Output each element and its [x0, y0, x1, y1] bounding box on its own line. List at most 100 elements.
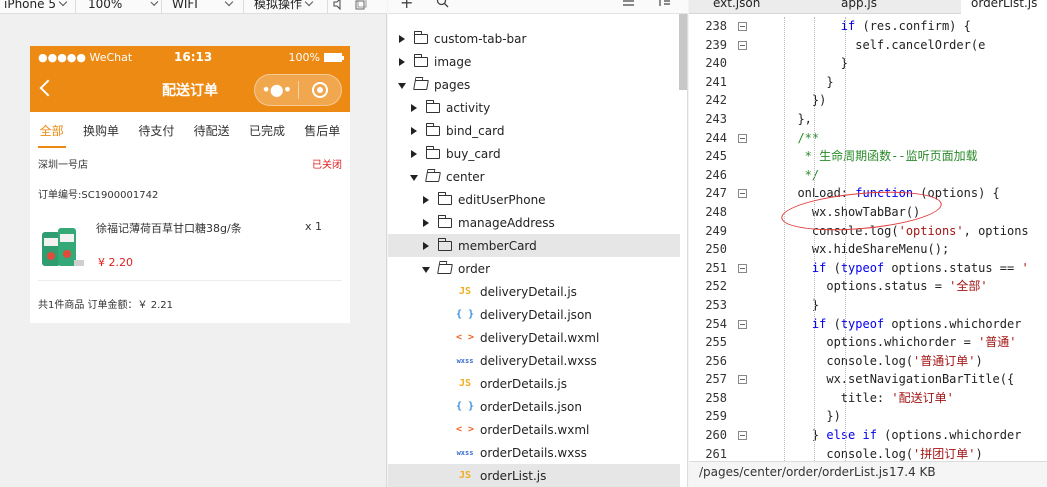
file-item[interactable]: JS deliveryDetail.js: [388, 280, 680, 303]
chevron-right-icon[interactable]: [408, 125, 420, 137]
folder-item[interactable]: buy_card: [388, 142, 680, 165]
code-line[interactable]: 257 wx.setNavigationBarTitle({: [689, 370, 1047, 389]
chevron-right-icon[interactable]: [396, 33, 408, 45]
product-row[interactable]: 徐福记薄荷百草甘口糖38g/条 x 1 ¥ 2.20: [38, 214, 342, 276]
tab-orderlist-js[interactable]: orderList.js: [961, 0, 1047, 14]
tab-exchange[interactable]: 换购单: [81, 122, 121, 139]
more-options-icon[interactable]: •●•: [255, 82, 298, 98]
split-view-icon[interactable]: [658, 0, 671, 11]
tree-item-label: orderList.js: [480, 468, 547, 483]
operation-select[interactable]: 模拟操作: [244, 0, 328, 14]
code-text: }: [783, 74, 834, 89]
code-text: onLoad: function (options) {: [783, 186, 1000, 201]
code-line[interactable]: 261 console.log('拼团订单'): [689, 445, 1047, 461]
js-file-icon: JS: [458, 470, 472, 481]
file-item[interactable]: < > deliveryDetail.wxml: [388, 326, 680, 349]
tab-pending-delivery[interactable]: 待配送: [192, 122, 232, 139]
folder-item[interactable]: manageAddress: [388, 211, 680, 234]
code-line[interactable]: 260 } else if (options.whichorder: [689, 426, 1047, 445]
code-line[interactable]: 238 if (res.confirm) {: [689, 17, 1047, 36]
code-line[interactable]: 246 */: [689, 166, 1047, 185]
fold-toggle-icon[interactable]: [738, 40, 747, 50]
code-line[interactable]: 247 onLoad: function (options) {: [689, 184, 1047, 203]
code-text: }): [783, 93, 827, 108]
fold-toggle-icon[interactable]: [738, 133, 747, 143]
folder-item[interactable]: order: [388, 257, 680, 280]
chevron-right-icon[interactable]: [396, 56, 408, 68]
network-select[interactable]: WIFI: [162, 0, 244, 14]
chevron-right-icon[interactable]: [420, 194, 432, 206]
device-select[interactable]: iPhone 5: [0, 0, 76, 14]
code-line[interactable]: 256 console.log('普通订单'): [689, 352, 1047, 371]
fold-toggle-icon[interactable]: [738, 375, 747, 385]
file-item[interactable]: { } orderDetails.json: [388, 395, 680, 418]
wxss-file-icon: wxss: [456, 356, 474, 365]
fold-toggle-icon[interactable]: [738, 22, 747, 31]
code-line[interactable]: 243 },: [689, 110, 1047, 129]
chevron-down-icon[interactable]: [420, 263, 432, 275]
file-item[interactable]: wxss orderDetails.wxss: [388, 441, 680, 464]
file-item[interactable]: JS orderList.js: [388, 464, 680, 487]
code-text: title: '配送订单': [783, 390, 954, 405]
code-line[interactable]: 251 if (typeof options.status == ': [689, 259, 1047, 278]
file-item[interactable]: < > orderDetails.wxml: [388, 418, 680, 441]
tab-all[interactable]: 全部: [37, 122, 66, 148]
folder-item[interactable]: pages: [388, 73, 680, 96]
tree-item-label: editUserPhone: [458, 192, 546, 207]
indent-guide: [784, 17, 785, 461]
chevron-right-icon[interactable]: [408, 102, 420, 114]
code-line[interactable]: 241 }: [689, 73, 1047, 92]
code-line[interactable]: 244 /**: [689, 129, 1047, 148]
explorer-scrollbar[interactable]: [679, 14, 687, 90]
fold-toggle-icon[interactable]: [738, 431, 747, 441]
code-area[interactable]: 238 if (res.confirm) {239 self.cancelOrd…: [689, 17, 1047, 461]
code-line[interactable]: 258 title: '配送订单': [689, 389, 1047, 408]
file-item[interactable]: wxss deliveryDetail.wxss: [388, 349, 680, 372]
fold-toggle-icon[interactable]: [738, 319, 747, 329]
line-number: 252: [705, 279, 727, 294]
search-icon[interactable]: [436, 0, 449, 12]
folder-item[interactable]: custom-tab-bar: [388, 27, 680, 50]
code-line[interactable]: 240 }: [689, 54, 1047, 73]
close-miniprogram-button[interactable]: [298, 82, 341, 98]
volume-icon[interactable]: [328, 0, 350, 14]
code-line[interactable]: 242 }): [689, 91, 1047, 110]
order-card[interactable]: 深圳一号店 已关闭 订单编号:SC1900001742 徐福记薄荷百草甘口糖38…: [30, 148, 350, 323]
code-line[interactable]: 252 options.status = '全部': [689, 277, 1047, 296]
copy-window-icon[interactable]: [350, 0, 372, 14]
chevron-right-icon[interactable]: [420, 240, 432, 252]
tab-ext-json[interactable]: ext.json: [703, 0, 770, 14]
code-line[interactable]: 253 }: [689, 296, 1047, 315]
tree-item-label: deliveryDetail.js: [480, 284, 577, 299]
zoom-select[interactable]: 100%: [76, 0, 162, 14]
folder-item[interactable]: image: [388, 50, 680, 73]
file-item[interactable]: JS orderDetails.js: [388, 372, 680, 395]
folder-item[interactable]: center: [388, 165, 680, 188]
file-item[interactable]: { } deliveryDetail.json: [388, 303, 680, 326]
code-line[interactable]: 239 self.cancelOrder(e: [689, 36, 1047, 55]
code-line[interactable]: 245 * 生命周期函数--监听页面加载: [689, 147, 1047, 166]
code-line[interactable]: 254 if (typeof options.whichorder: [689, 315, 1047, 334]
folder-item[interactable]: activity: [388, 96, 680, 119]
folder-item[interactable]: bind_card: [388, 119, 680, 142]
chevron-right-icon[interactable]: [420, 217, 432, 229]
tab-completed[interactable]: 已完成: [247, 122, 287, 139]
folder-item[interactable]: memberCard: [388, 234, 680, 257]
more-icon[interactable]: ···: [584, 0, 597, 6]
tab-app-js[interactable]: app.js: [831, 0, 887, 14]
chevron-down-icon[interactable]: [408, 171, 420, 183]
code-line[interactable]: 248 wx.showTabBar(): [689, 203, 1047, 222]
chevron-down-icon[interactable]: [396, 79, 408, 91]
tab-after-sales[interactable]: 售后单: [302, 122, 342, 139]
fold-toggle-icon[interactable]: [738, 189, 747, 199]
code-line[interactable]: 250 wx.hideShareMenu();: [689, 240, 1047, 259]
chevron-right-icon[interactable]: [408, 148, 420, 160]
folder-item[interactable]: editUserPhone: [388, 188, 680, 211]
tab-pending-payment[interactable]: 待支付: [136, 122, 176, 139]
code-line[interactable]: 249 console.log('options', options: [689, 222, 1047, 241]
collapse-all-icon[interactable]: [622, 0, 635, 11]
code-line[interactable]: 255 options.whichorder = '普通': [689, 333, 1047, 352]
add-file-icon[interactable]: +: [400, 0, 413, 12]
fold-toggle-icon[interactable]: [738, 263, 747, 273]
code-line[interactable]: 259 }): [689, 407, 1047, 426]
